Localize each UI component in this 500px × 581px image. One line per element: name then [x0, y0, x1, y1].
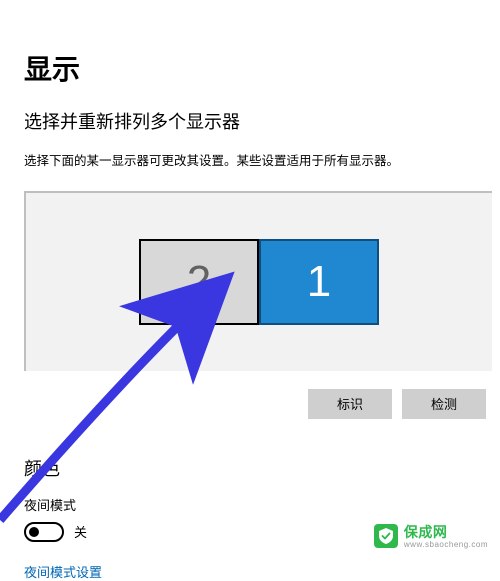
- night-light-label: 夜间模式: [0, 481, 500, 514]
- display-action-row: 标识 检测: [0, 389, 500, 419]
- rearrange-description: 选择下面的某一显示器可更改其设置。某些设置适用于所有显示器。: [0, 134, 500, 171]
- page-title: 显示: [0, 0, 500, 88]
- watermark-domain: www.sbaocheng.com: [404, 540, 488, 549]
- watermark: 保成网 www.sbaocheng.com: [374, 522, 488, 549]
- night-light-toggle-state: 关: [74, 522, 87, 541]
- toggle-knob: [29, 527, 39, 537]
- monitor-arrangement-area[interactable]: 2 1: [24, 191, 492, 371]
- monitor-tile-1[interactable]: 1: [259, 239, 379, 325]
- detect-button[interactable]: 检测: [402, 389, 486, 419]
- watermark-brand: 保成网: [404, 524, 448, 540]
- monitor-tile-2[interactable]: 2: [139, 239, 259, 325]
- color-section-title: 颜色: [0, 419, 500, 481]
- watermark-shield-icon: [374, 524, 398, 548]
- identify-button[interactable]: 标识: [308, 389, 392, 419]
- rearrange-subtitle: 选择并重新排列多个显示器: [0, 88, 500, 134]
- night-light-toggle[interactable]: [24, 522, 64, 542]
